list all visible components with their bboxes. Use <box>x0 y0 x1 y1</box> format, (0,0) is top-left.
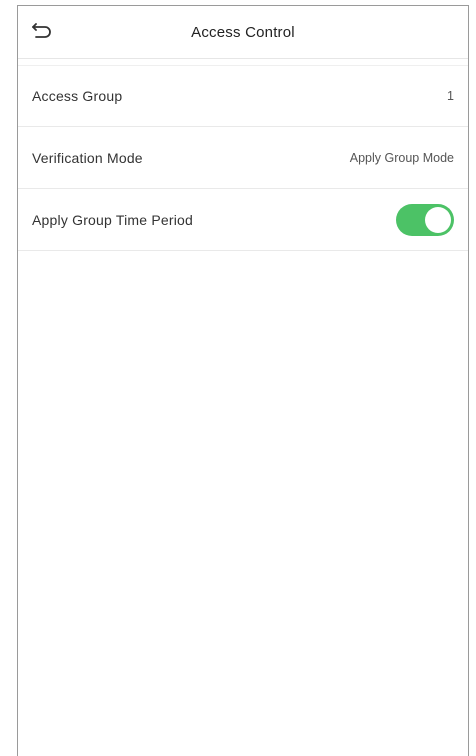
verification-mode-value: Apply Group Mode <box>349 150 454 165</box>
device-screen: Access Control Access Group 1 Verificati… <box>17 5 469 756</box>
apply-group-time-period-label: Apply Group Time Period <box>32 211 194 228</box>
access-group-value: 1 <box>447 89 454 103</box>
back-button[interactable] <box>28 18 54 44</box>
page-title: Access Control <box>191 23 295 41</box>
access-group-label: Access Group <box>32 88 123 104</box>
settings-list: Access Group 1 Verification Mode Apply G… <box>18 65 468 251</box>
access-group-row[interactable]: Access Group 1 <box>18 65 468 127</box>
apply-group-time-period-row[interactable]: Apply Group Time Period <box>18 189 468 251</box>
apply-group-time-period-toggle[interactable] <box>396 203 454 236</box>
header-bar: Access Control <box>18 6 468 59</box>
verification-mode-row[interactable]: Verification Mode Apply Group Mode <box>18 127 468 189</box>
back-arrow-icon <box>32 23 51 38</box>
toggle-knob <box>425 206 451 233</box>
verification-mode-label: Verification Mode <box>32 149 143 166</box>
